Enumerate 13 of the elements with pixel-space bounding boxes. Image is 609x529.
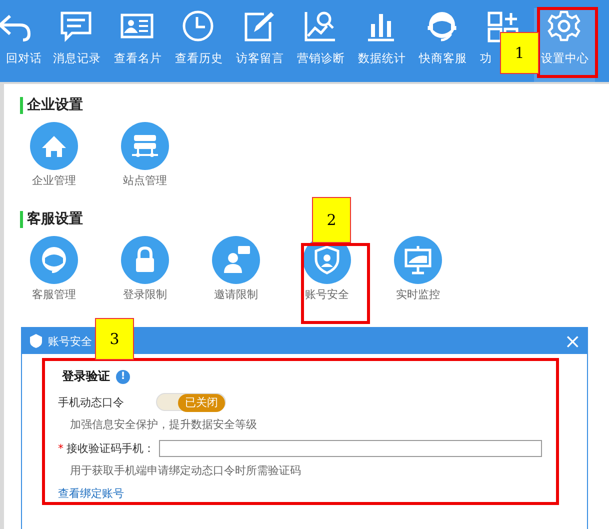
annotation-tooltip: 2	[312, 197, 351, 243]
toggle-label: 手机动态口令	[58, 394, 125, 410]
annotation-tooltip: 1	[500, 32, 539, 74]
hint-text: 用于获取手机端申请绑定动态口令时所需验证码	[70, 463, 302, 478]
hint-text: 加强信息安全保护，提升数据安全等级	[70, 417, 258, 432]
dialog-title: 账号安全	[48, 334, 92, 348]
annotation-tooltip: 3	[95, 318, 134, 360]
field-label: 接收验证码手机：	[66, 441, 154, 456]
required-mark: *	[58, 442, 64, 455]
section-title: 企业设置	[27, 96, 83, 114]
section-title: 客服设置	[27, 210, 83, 228]
info-icon: !	[116, 370, 130, 384]
section-title: 登录验证	[62, 368, 110, 385]
